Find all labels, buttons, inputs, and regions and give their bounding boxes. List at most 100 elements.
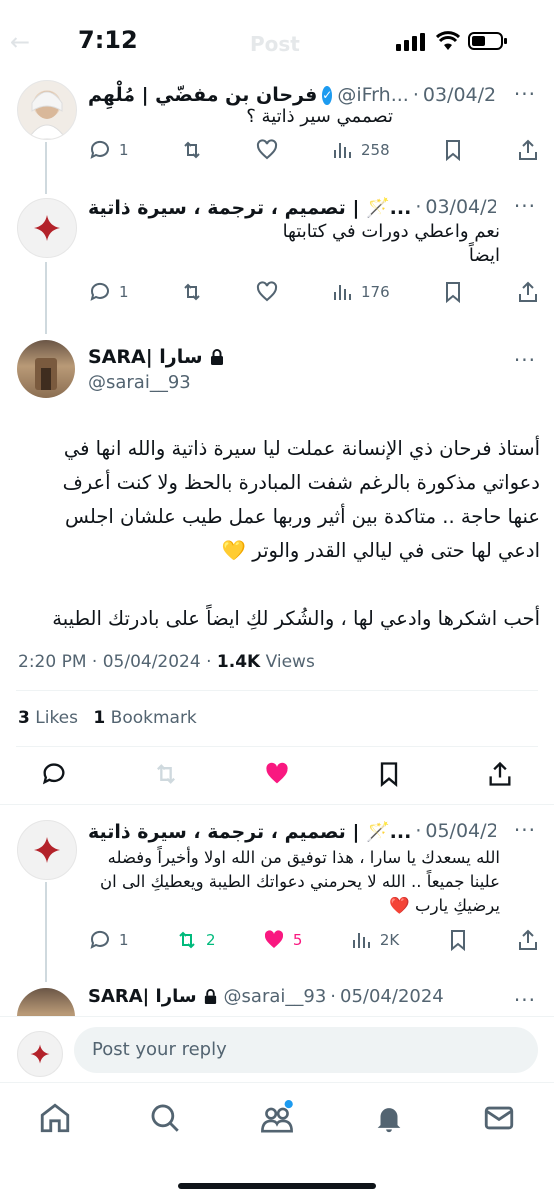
views-button[interactable]: 176 xyxy=(330,280,390,304)
bookmarks-count: 1 xyxy=(93,708,106,728)
tweet-line: الله يسعدك يا سارا ، هذا توفيق من الله ا… xyxy=(107,848,500,867)
reply-icon xyxy=(90,930,109,949)
share-icon xyxy=(518,929,537,950)
avatar[interactable] xyxy=(17,198,77,258)
view-count: 258 xyxy=(361,141,390,159)
tweet-body: أستاذ فرحان ذي الإنسانة عملت ليا سيرة ذا… xyxy=(14,432,540,636)
nav-messages[interactable] xyxy=(482,1101,516,1139)
avatar[interactable] xyxy=(17,80,77,140)
reply-button[interactable]: 1 xyxy=(88,280,129,304)
bell-icon xyxy=(377,1108,401,1133)
views-button[interactable]: 2K xyxy=(349,928,399,952)
author-name[interactable]: SARA| سارا xyxy=(88,346,203,368)
like-button[interactable] xyxy=(255,280,279,304)
likes-label: Likes xyxy=(35,708,78,728)
heart-filled-icon[interactable] xyxy=(263,760,291,788)
avatar-image xyxy=(35,358,57,390)
home-icon xyxy=(40,1103,70,1133)
bookmark-button[interactable] xyxy=(446,928,470,952)
engagement-stats: 3 Likes 1 Bookmark xyxy=(18,708,197,728)
tweet-text: تصممي سير ذاتية ؟ xyxy=(246,106,393,127)
avatar[interactable] xyxy=(17,988,75,1016)
author-name[interactable]: تصميم ، ترجمة ، سيرة ذاتية | 🪄... xyxy=(88,820,411,843)
more-options-icon[interactable]: ··· xyxy=(514,82,536,106)
reply-button[interactable]: 1 xyxy=(88,138,129,162)
partial-tweet[interactable]: SARA| سارا @sarai__93 · 05/04/2024 ··· xyxy=(0,984,554,1016)
tweet-timestamp: 2:20 PM · 05/04/2024 · xyxy=(18,652,212,672)
tweet-date: 03/04/2024 xyxy=(425,196,496,218)
nav-home[interactable] xyxy=(38,1101,72,1139)
reply-placeholder: Post your reply xyxy=(92,1039,227,1060)
reply-button[interactable]: 1 xyxy=(88,928,129,952)
tweet-line: عنها حاجة .. متاكدة بين أثير وربها عمل ط… xyxy=(65,505,540,528)
author-handle[interactable]: @sarai__93 xyxy=(88,372,191,393)
tweet-line: دعواتي مذكورة بالرغم شفت المبادرة بالحظ … xyxy=(62,471,540,494)
tweet-line: ادعي لها حتى في ليالي القدر والوتر 💛 xyxy=(221,539,540,562)
bookmark-button[interactable] xyxy=(441,138,465,162)
tweet-header: SARA| سارا @sarai__93 · 05/04/2024 xyxy=(88,986,444,1007)
view-count: 2K xyxy=(379,931,400,949)
nav-search[interactable] xyxy=(148,1101,182,1139)
heart-filled-icon xyxy=(264,930,283,948)
tweet-actions: 1 2 5 2K xyxy=(88,926,540,954)
bookmarks-label: Bookmark xyxy=(110,708,197,728)
tweet-date: 05/04/2024 xyxy=(340,986,444,1007)
analytics-icon xyxy=(352,933,370,948)
retweet-button[interactable]: 2 xyxy=(175,928,216,952)
date-separator: · xyxy=(330,986,337,1007)
like-count: 5 xyxy=(292,931,303,949)
bookmark-button[interactable] xyxy=(441,280,465,304)
more-options-icon[interactable]: ··· xyxy=(514,818,536,842)
views-button[interactable]: 258 xyxy=(330,138,390,162)
back-arrow-icon[interactable]: ← xyxy=(10,28,30,56)
reply-icon xyxy=(90,282,109,301)
retweet-count: 2 xyxy=(205,931,216,949)
bookmark-icon xyxy=(450,930,465,952)
bookmarks-stat[interactable]: 1 Bookmark xyxy=(93,708,196,728)
author-handle[interactable]: @sarai__93 xyxy=(224,986,327,1007)
share-button[interactable] xyxy=(516,928,540,952)
avatar[interactable] xyxy=(17,340,75,398)
nav-communities[interactable] xyxy=(258,1099,296,1141)
retweet-button[interactable] xyxy=(180,138,204,162)
lock-icon xyxy=(204,989,216,1004)
retweet-button[interactable] xyxy=(180,280,204,304)
main-tweet: SARA| سارا @sarai__93 ··· أستاذ فرحان ذي… xyxy=(0,336,554,796)
avatar xyxy=(17,1031,63,1077)
author-name[interactable]: تصميم ، ترجمة ، سيرة ذاتية | 🪄... xyxy=(88,196,411,219)
lock-icon xyxy=(210,349,223,365)
date-separator: · xyxy=(415,196,422,218)
reply-icon[interactable] xyxy=(40,760,68,788)
verified-badge-icon: ✓ xyxy=(322,85,333,105)
share-icon xyxy=(518,139,537,160)
author-name[interactable]: فرحان بن مفضّي | مُلْهِم xyxy=(88,84,317,106)
reply-tweet[interactable]: 05/04/2024 · تصميم ، ترجمة ، سيرة ذاتية … xyxy=(0,814,554,974)
like-button[interactable]: 5 xyxy=(262,928,303,952)
share-button[interactable] xyxy=(516,280,540,304)
reply-count: 1 xyxy=(119,931,129,949)
tweet-line: أحب اشكرها وادعي لها ، والشُكر لكِ ايضاً… xyxy=(52,607,540,630)
more-options-icon[interactable]: ··· xyxy=(514,988,536,1012)
more-options-icon[interactable]: ··· xyxy=(514,348,536,372)
status-time: 7:12 xyxy=(78,26,138,54)
divider xyxy=(0,804,554,805)
author-name[interactable]: SARA| سارا xyxy=(88,986,197,1007)
mail-icon xyxy=(484,1106,514,1130)
share-icon[interactable] xyxy=(486,760,514,788)
parent-tweet[interactable]: 03/04/2024 · تصميم ، ترجمة ، سيرة ذاتية … xyxy=(0,192,554,322)
like-button[interactable] xyxy=(255,138,279,162)
tweet-line: يرضيكِ يارب ❤️ xyxy=(389,896,500,915)
avatar[interactable] xyxy=(17,820,77,880)
likes-stat[interactable]: 3 Likes xyxy=(18,708,83,728)
home-indicator xyxy=(178,1183,376,1189)
more-options-icon[interactable]: ··· xyxy=(514,194,536,218)
heart-icon xyxy=(256,139,277,160)
nav-notifications[interactable] xyxy=(372,1101,406,1139)
bookmark-icon[interactable] xyxy=(375,760,403,788)
retweet-icon xyxy=(183,141,200,159)
parent-tweet[interactable]: 03/04/2024 · @iFrh... ✓ فرحان بن مفضّي |… xyxy=(0,76,554,176)
share-button[interactable] xyxy=(516,138,540,162)
reply-input[interactable]: Post your reply xyxy=(74,1027,538,1073)
view-count: 176 xyxy=(361,283,390,301)
author-handle[interactable]: @iFrh... xyxy=(337,84,408,106)
